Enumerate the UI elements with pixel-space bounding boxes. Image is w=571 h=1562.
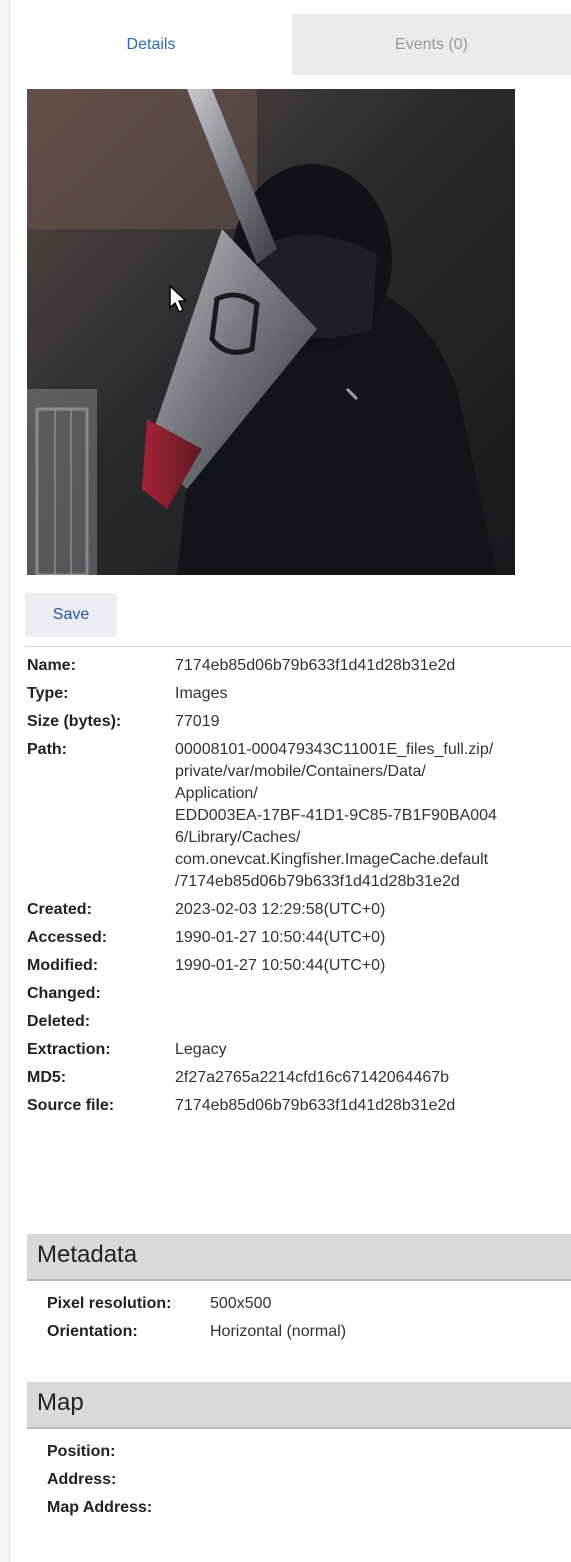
file-details: Name: 7174eb85d06b79b633f1d41d28b31e2d T… — [27, 652, 571, 1120]
position-label: Position: — [47, 1443, 116, 1460]
type-value: Images — [175, 685, 228, 702]
deleted-value — [175, 1008, 571, 1036]
tab-bar: Details Events (0) — [10, 14, 571, 75]
detail-row-modified: Modified: 1990-01-27 10:50:44(UTC+0) — [27, 952, 571, 980]
extraction-value: Legacy — [175, 1041, 227, 1058]
metadata-section: Pixel resolution: 500x500 Orientation: H… — [47, 1290, 567, 1346]
size-label: Size (bytes): — [27, 713, 122, 730]
detail-row-md5: MD5: 2f27a2765a2214cfd16c67142064467b — [27, 1064, 571, 1092]
save-button[interactable]: Save — [25, 593, 117, 637]
modified-label: Modified: — [27, 957, 99, 974]
changed-value — [175, 980, 571, 1008]
details-panel: Details Events (0) Save Name: 7174eb85d0… — [10, 0, 571, 1562]
path-line: private/var/mobile/Containers/Data/ — [175, 763, 426, 780]
divider — [25, 646, 571, 647]
accessed-label: Accessed: — [27, 929, 108, 946]
meta-row-resolution: Pixel resolution: 500x500 — [47, 1290, 567, 1318]
map-section: Position: Address: Map Address: — [47, 1438, 567, 1522]
created-label: Created: — [27, 901, 92, 918]
path-line: Application/ — [175, 785, 258, 802]
left-pane-edge — [0, 0, 10, 1562]
changed-label: Changed: — [27, 985, 101, 1002]
source-file-value: 7174eb85d06b79b633f1d41d28b31e2d — [175, 1097, 456, 1114]
map-row-position: Position: — [47, 1438, 567, 1466]
mouse-pointer-icon — [168, 284, 190, 319]
path-label: Path: — [27, 741, 67, 758]
map-row-address: Address: — [47, 1466, 567, 1494]
detail-row-deleted: Deleted: — [27, 1008, 571, 1036]
map-address-label: Map Address: — [47, 1499, 153, 1516]
detail-row-size: Size (bytes): 77019 — [27, 708, 571, 736]
detail-row-name: Name: 7174eb85d06b79b633f1d41d28b31e2d — [27, 652, 571, 680]
pixel-resolution-label: Pixel resolution: — [47, 1295, 172, 1312]
orientation-label: Orientation: — [47, 1323, 138, 1340]
path-line: EDD003EA-17BF-41D1-9C85-7B1F90BA004 — [175, 807, 497, 824]
name-value: 7174eb85d06b79b633f1d41d28b31e2d — [175, 657, 456, 674]
meta-row-orientation: Orientation: Horizontal (normal) — [47, 1318, 567, 1346]
detail-row-extraction: Extraction: Legacy — [27, 1036, 571, 1064]
source-file-label: Source file: — [27, 1097, 115, 1114]
detail-row-accessed: Accessed: 1990-01-27 10:50:44(UTC+0) — [27, 924, 571, 952]
deleted-label: Deleted: — [27, 1013, 91, 1030]
modified-value: 1990-01-27 10:50:44(UTC+0) — [175, 957, 386, 974]
size-value: 77019 — [175, 713, 220, 730]
metadata-section-header[interactable]: Metadata — [27, 1234, 571, 1281]
metadata-section-title: Metadata — [37, 1241, 138, 1268]
image-preview — [27, 89, 515, 575]
path-value: 00008101-000479343C11001E_files_full.zip… — [175, 736, 571, 896]
detail-row-changed: Changed: — [27, 980, 571, 1008]
path-line: 00008101-000479343C11001E_files_full.zip… — [175, 741, 494, 758]
map-section-title: Map — [37, 1389, 84, 1416]
address-label: Address: — [47, 1471, 117, 1488]
address-value — [210, 1466, 567, 1494]
orientation-value: Horizontal (normal) — [210, 1323, 347, 1340]
detail-row-type: Type: Images — [27, 680, 571, 708]
tab-events[interactable]: Events (0) — [292, 14, 571, 75]
extraction-label: Extraction: — [27, 1041, 111, 1058]
map-section-header[interactable]: Map — [27, 1382, 571, 1429]
detail-row-path: Path: 00008101-000479343C11001E_files_fu… — [27, 736, 571, 896]
pixel-resolution-value: 500x500 — [210, 1295, 272, 1312]
md5-label: MD5: — [27, 1069, 67, 1086]
type-label: Type: — [27, 685, 69, 702]
created-value: 2023-02-03 12:29:58(UTC+0) — [175, 901, 386, 918]
map-address-value — [210, 1494, 567, 1522]
detail-row-source: Source file: 7174eb85d06b79b633f1d41d28b… — [27, 1092, 571, 1120]
tab-details[interactable]: Details — [10, 14, 292, 75]
map-row-map-address: Map Address: — [47, 1494, 567, 1522]
accessed-value: 1990-01-27 10:50:44(UTC+0) — [175, 929, 386, 946]
path-line: com.onevcat.Kingfisher.ImageCache.defaul… — [175, 851, 489, 868]
path-line: 6/Library/Caches/ — [175, 829, 301, 846]
name-label: Name: — [27, 657, 76, 674]
detail-row-created: Created: 2023-02-03 12:29:58(UTC+0) — [27, 896, 571, 924]
preview-image-graphic — [27, 89, 515, 575]
md5-value: 2f27a2765a2214cfd16c67142064467b — [175, 1069, 450, 1086]
position-value — [210, 1438, 567, 1466]
path-line: /7174eb85d06b79b633f1d41d28b31e2d — [175, 873, 460, 890]
